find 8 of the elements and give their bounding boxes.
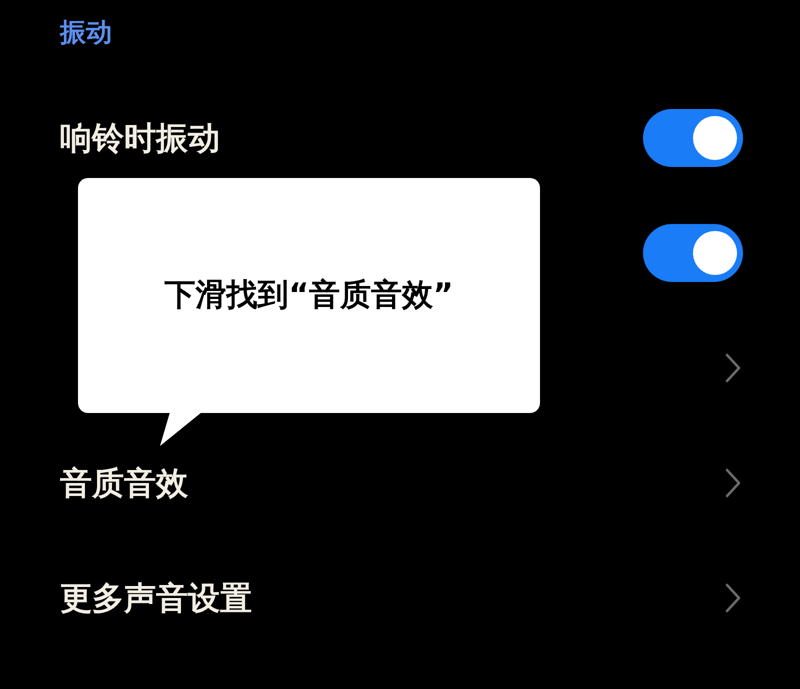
chevron-right-icon — [725, 352, 741, 382]
tooltip-text: 下滑找到“音质音效” — [164, 276, 454, 316]
chevron-right-icon — [725, 468, 741, 498]
section-title: 振动 — [60, 17, 112, 50]
setting-label: 更多声音设置 — [60, 578, 252, 618]
chevron-right-icon — [725, 582, 741, 612]
setting-label: 响铃时振动 — [60, 118, 220, 158]
setting-label: 音质音效 — [60, 462, 188, 504]
